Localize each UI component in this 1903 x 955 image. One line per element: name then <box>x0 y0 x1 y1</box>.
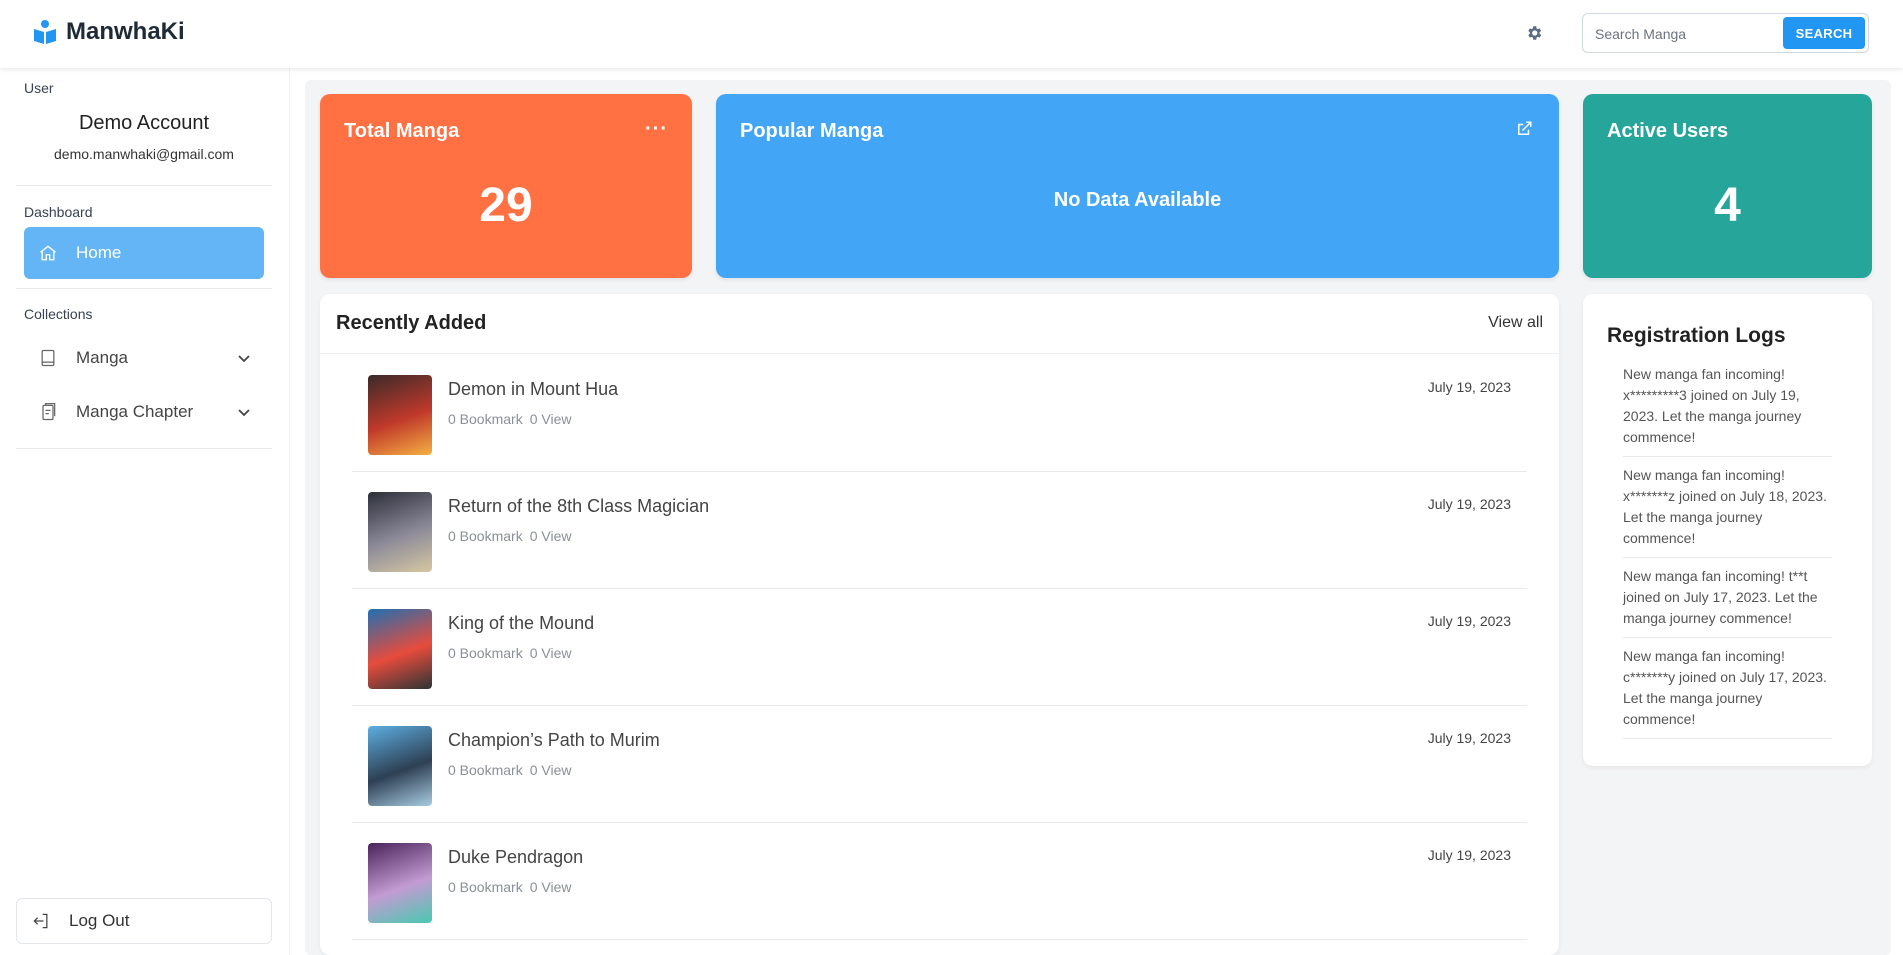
manga-cover[interactable] <box>368 726 432 806</box>
view-count: 0 View <box>529 411 572 427</box>
added-date: July 19, 2023 <box>1427 730 1511 746</box>
panel-title: Registration Logs <box>1607 324 1786 347</box>
bookmark-count: 0 Bookmark <box>448 411 523 427</box>
book-icon <box>41 349 55 367</box>
chevron-down-icon <box>238 409 250 417</box>
registration-logs-panel: Registration Logs New manga fan incoming… <box>1583 294 1872 766</box>
log-entry: New manga fan incoming! t**t joined on J… <box>1623 566 1832 638</box>
card-title: Total Manga <box>344 120 460 142</box>
manga-stats: 0 Bookmark 0 View <box>448 528 571 544</box>
divider <box>16 185 272 186</box>
search-input[interactable] <box>1595 23 1775 45</box>
manga-cover[interactable] <box>368 375 432 455</box>
list-item[interactable]: King of the Mound 0 Bookmark 0 View July … <box>352 589 1527 706</box>
view-count: 0 View <box>529 879 572 895</box>
manga-stats: 0 Bookmark 0 View <box>448 762 571 778</box>
sidebar-item-label: Home <box>76 243 122 262</box>
sidebar-item-home[interactable]: Home <box>24 227 264 279</box>
divider <box>16 448 272 449</box>
sidebar-item-label: Manga Chapter <box>76 402 194 421</box>
user-name: Demo Account <box>78 112 210 134</box>
search-button[interactable]: SEARCH <box>1783 17 1865 49</box>
divider <box>16 288 272 289</box>
view-count: 0 View <box>529 645 572 661</box>
popular-manga-card: Popular Manga No Data Available <box>716 94 1559 278</box>
view-count: 0 View <box>529 528 572 544</box>
gear-icon[interactable] <box>1525 24 1543 42</box>
manga-cover[interactable] <box>368 843 432 923</box>
list-item[interactable]: Champion’s Path to Murim 0 Bookmark 0 Vie… <box>352 706 1527 823</box>
chevron-down-icon <box>238 355 250 363</box>
sidebar-item-label: Manga <box>76 348 128 367</box>
chapters-icon <box>42 403 56 421</box>
manga-stats: 0 Bookmark 0 View <box>448 645 571 661</box>
panel-header: Recently Added View all <box>320 294 1559 354</box>
no-data-message: No Data Available <box>1053 189 1222 211</box>
bookmark-count: 0 Bookmark <box>448 762 523 778</box>
manga-stats: 0 Bookmark 0 View <box>448 411 571 427</box>
sidebar-item-manga-chapter[interactable]: Manga Chapter <box>24 390 264 434</box>
card-title: Popular Manga <box>740 120 884 142</box>
log-entry: New manga fan incoming! x*******z joined… <box>1623 465 1832 558</box>
added-date: July 19, 2023 <box>1427 613 1511 629</box>
recently-added-panel: Recently Added View all Demon in Mount H… <box>320 294 1559 955</box>
added-date: July 19, 2023 <box>1427 847 1511 863</box>
bookmark-count: 0 Bookmark <box>448 528 523 544</box>
collections-section-label: Collections <box>24 306 93 322</box>
active-users-value: 4 <box>1714 179 1741 232</box>
search-box: SEARCH <box>1582 13 1869 53</box>
book-reader-logo-icon <box>34 20 56 44</box>
manga-title[interactable]: King of the Mound <box>448 613 594 634</box>
logout-label: Log Out <box>69 911 130 930</box>
added-date: July 19, 2023 <box>1427 496 1511 512</box>
home-icon <box>40 245 56 261</box>
dashboard-section-label: Dashboard <box>24 204 93 220</box>
manga-cover[interactable] <box>368 609 432 689</box>
list-item[interactable]: Demon in Mount Hua 0 Bookmark 0 View July… <box>352 355 1527 472</box>
manga-title[interactable]: Duke Pendragon <box>448 847 583 868</box>
sidebar-item-manga[interactable]: Manga <box>24 336 264 380</box>
list-item[interactable]: Duke Pendragon 0 Bookmark 0 View July 19,… <box>352 823 1527 940</box>
view-all-link[interactable]: View all <box>1488 314 1543 332</box>
external-link-icon[interactable] <box>1515 120 1533 138</box>
added-date: July 19, 2023 <box>1427 379 1511 395</box>
manga-title[interactable]: Return of the 8th Class Magician <box>448 496 709 517</box>
total-manga-value: 29 <box>479 179 533 232</box>
manga-stats: 0 Bookmark 0 View <box>448 879 571 895</box>
card-title: Active Users <box>1607 120 1729 142</box>
bookmark-count: 0 Bookmark <box>448 879 523 895</box>
manga-title[interactable]: Champion’s Path to Murim <box>448 730 660 751</box>
more-options-icon[interactable]: ··· <box>645 119 668 139</box>
bookmark-count: 0 Bookmark <box>448 645 523 661</box>
list-item[interactable]: Return of the 8th Class Magician 0 Bookm… <box>352 472 1527 589</box>
user-section-label: User <box>24 80 54 96</box>
user-email: demo.manwhaki@gmail.com <box>54 146 234 162</box>
app-name: ManwhaKi <box>66 18 185 45</box>
total-manga-card: Total Manga ··· 29 <box>320 94 692 278</box>
manga-cover[interactable] <box>368 492 432 572</box>
panel-title: Recently Added <box>336 312 487 334</box>
brand[interactable]: ManwhaKi <box>32 18 185 46</box>
sidebar: User Demo Account demo.manwhaki@gmail.co… <box>0 68 290 955</box>
active-users-card: Active Users 4 <box>1583 94 1872 278</box>
logout-icon <box>33 913 48 929</box>
view-count: 0 View <box>529 762 572 778</box>
top-header: ManwhaKi SEARCH <box>0 0 1903 68</box>
manga-title[interactable]: Demon in Mount Hua <box>448 379 618 400</box>
log-entry: New manga fan incoming! c*******y joined… <box>1623 646 1832 739</box>
log-entry: New manga fan incoming! x*********3 join… <box>1623 364 1832 457</box>
logout-button[interactable]: Log Out <box>16 898 272 944</box>
